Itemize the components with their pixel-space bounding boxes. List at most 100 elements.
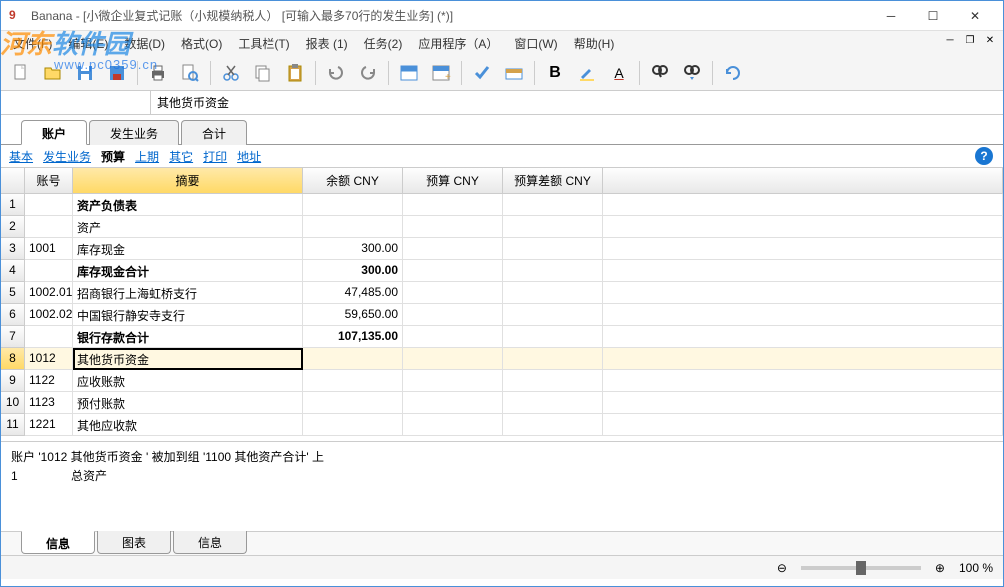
menu-task[interactable]: 任务(2)	[356, 32, 411, 55]
menu-format[interactable]: 格式(O)	[173, 32, 230, 55]
print-preview-icon[interactable]	[176, 59, 204, 87]
grid-cell[interactable]	[303, 216, 403, 238]
mdi-close-button[interactable]: ✕	[983, 33, 997, 47]
grid-cell[interactable]	[503, 216, 603, 238]
grid-cell[interactable]: 300.00	[303, 238, 403, 260]
grid-cell[interactable]	[403, 414, 503, 436]
zoom-out-icon[interactable]: ⊖	[773, 561, 791, 575]
font-color-icon[interactable]: A	[605, 59, 633, 87]
grid-cell[interactable]	[403, 216, 503, 238]
row-number[interactable]: 2	[1, 216, 25, 238]
menu-report[interactable]: 报表 (1)	[298, 32, 356, 55]
grid-cell[interactable]	[603, 414, 1003, 436]
subtab-print[interactable]: 打印	[203, 148, 227, 165]
grid-cell[interactable]	[603, 304, 1003, 326]
bottom-tab-info2[interactable]: 信息	[173, 531, 247, 554]
grid-cell[interactable]: 中国银行静安寺支行	[73, 304, 303, 326]
new-file-icon[interactable]	[7, 59, 35, 87]
maximize-button[interactable]: ☐	[913, 2, 953, 30]
minimize-button[interactable]: ─	[871, 2, 911, 30]
subtab-other[interactable]: 其它	[169, 148, 193, 165]
grid-cell[interactable]: 1002.01	[25, 282, 73, 304]
copy-icon[interactable]	[249, 59, 277, 87]
column-header[interactable]	[603, 168, 1003, 194]
grid-cell[interactable]	[403, 370, 503, 392]
grid-cell[interactable]	[25, 260, 73, 282]
grid-cell[interactable]: 107,135.00	[303, 326, 403, 348]
subtab-address[interactable]: 地址	[237, 148, 261, 165]
grid-cell[interactable]	[503, 348, 603, 370]
grid-cell[interactable]	[303, 370, 403, 392]
grid-cell[interactable]	[603, 194, 1003, 216]
data-grid[interactable]: 账号摘要余额 CNY预算 CNY预算差额 CNY1资产负债表2资产31001库存…	[1, 167, 1003, 441]
menu-data[interactable]: 数据(D)	[116, 32, 173, 55]
table-view-icon[interactable]	[395, 59, 423, 87]
column-header[interactable]: 摘要	[73, 168, 303, 194]
grid-cell[interactable]	[303, 194, 403, 216]
grid-cell[interactable]	[503, 194, 603, 216]
help-icon[interactable]: ?	[975, 147, 993, 165]
grid-cell[interactable]	[603, 282, 1003, 304]
grid-cell[interactable]: 银行存款合计	[73, 326, 303, 348]
open-file-icon[interactable]	[39, 59, 67, 87]
row-number[interactable]: 6	[1, 304, 25, 326]
grid-cell[interactable]: 资产负债表	[73, 194, 303, 216]
grid-cell[interactable]: 1221	[25, 414, 73, 436]
find-icon[interactable]	[646, 59, 674, 87]
grid-cell[interactable]: 招商银行上海虹桥支行	[73, 282, 303, 304]
redo-icon[interactable]	[354, 59, 382, 87]
grid-cell[interactable]	[25, 194, 73, 216]
subtab-prior[interactable]: 上期	[135, 148, 159, 165]
grid-cell[interactable]	[25, 326, 73, 348]
grid-cell[interactable]	[603, 370, 1003, 392]
grid-cell[interactable]	[403, 348, 503, 370]
grid-cell[interactable]	[303, 392, 403, 414]
grid-cell[interactable]	[603, 326, 1003, 348]
row-number[interactable]: 4	[1, 260, 25, 282]
row-number[interactable]: 9	[1, 370, 25, 392]
grid-cell[interactable]: 1002.02	[25, 304, 73, 326]
grid-cell[interactable]	[303, 414, 403, 436]
save-pdf-icon[interactable]	[103, 59, 131, 87]
grid-cell[interactable]: 1001	[25, 238, 73, 260]
grid-cell[interactable]: 59,650.00	[303, 304, 403, 326]
tab-accounts[interactable]: 账户	[21, 120, 87, 145]
grid-cell[interactable]: 47,485.00	[303, 282, 403, 304]
subtab-basic[interactable]: 基本	[9, 148, 33, 165]
menu-edit[interactable]: 编辑(E)	[60, 32, 116, 55]
grid-cell[interactable]: 其他应收款	[73, 414, 303, 436]
tab-totals[interactable]: 合计	[181, 120, 247, 145]
grid-cell[interactable]: 应收账款	[73, 370, 303, 392]
subtab-budget[interactable]: 预算	[101, 148, 125, 165]
column-header[interactable]	[1, 168, 25, 194]
grid-cell[interactable]: 资产	[73, 216, 303, 238]
column-header[interactable]: 预算差额 CNY	[503, 168, 603, 194]
mdi-restore-button[interactable]: ❐	[963, 33, 977, 47]
grid-cell[interactable]	[303, 348, 403, 370]
grid-cell[interactable]	[603, 260, 1003, 282]
grid-cell[interactable]: 预付账款	[73, 392, 303, 414]
column-header[interactable]: 预算 CNY	[403, 168, 503, 194]
zoom-in-icon[interactable]: ⊕	[931, 561, 949, 575]
zoom-slider[interactable]	[801, 566, 921, 570]
grid-cell[interactable]	[403, 392, 503, 414]
subtab-transactions[interactable]: 发生业务	[43, 148, 91, 165]
menu-window[interactable]: 窗口(W)	[506, 32, 565, 55]
grid-cell[interactable]	[503, 392, 603, 414]
grid-cell[interactable]	[403, 238, 503, 260]
undo-icon[interactable]	[322, 59, 350, 87]
grid-cell[interactable]	[603, 392, 1003, 414]
grid-cell[interactable]	[403, 304, 503, 326]
grid-cell[interactable]: 库存现金合计	[73, 260, 303, 282]
grid-cell[interactable]	[403, 326, 503, 348]
row-number[interactable]: 5	[1, 282, 25, 304]
cell-reference[interactable]	[1, 91, 151, 114]
tab-transactions[interactable]: 发生业务	[89, 120, 179, 145]
print-icon[interactable]	[144, 59, 172, 87]
menu-help[interactable]: 帮助(H)	[566, 32, 623, 55]
row-number[interactable]: 11	[1, 414, 25, 436]
grid-cell[interactable]	[503, 282, 603, 304]
grid-cell[interactable]: 1012	[25, 348, 73, 370]
formula-input[interactable]: 其他货币资金	[151, 91, 1003, 114]
sum-icon[interactable]	[500, 59, 528, 87]
